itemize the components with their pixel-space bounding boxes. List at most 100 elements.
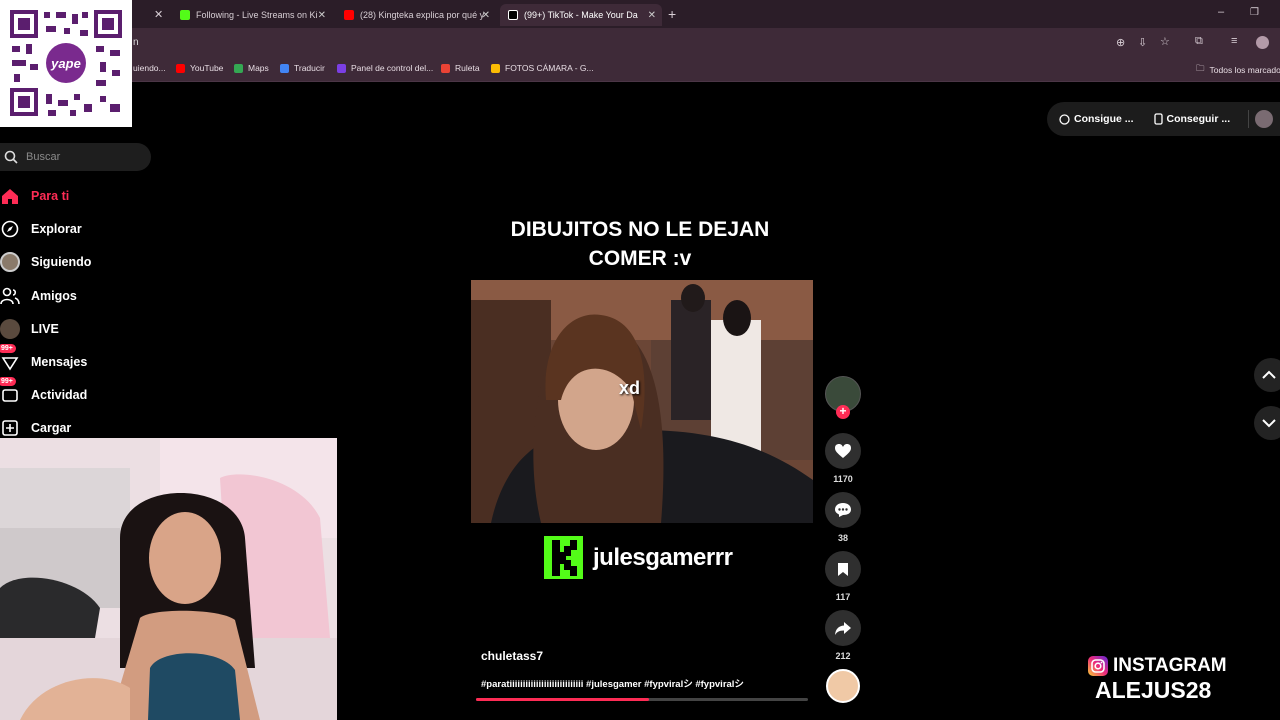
chevron-down-icon — [1262, 419, 1276, 428]
instagram-label: INSTAGRAM — [1113, 655, 1227, 676]
sidebar-item-mensajes[interactable]: 99+ Mensajes — [0, 344, 88, 373]
kick-logo-icon — [544, 536, 583, 579]
sidebar-item-label: Actividad — [31, 388, 88, 402]
upload-icon — [0, 418, 20, 438]
kick-icon — [180, 10, 190, 20]
install-icon[interactable]: ⇩ — [1138, 36, 1147, 49]
close-tab-icon[interactable]: ✕ — [154, 8, 163, 21]
bookmark-item[interactable]: uiendo... — [133, 63, 166, 73]
bookmark-youtube[interactable]: YouTube — [176, 63, 223, 73]
close-tab-icon[interactable]: ✕ — [482, 10, 490, 21]
address-text: n — [133, 37, 139, 48]
get-app-label: Conseguir ... — [1166, 113, 1231, 125]
video-frame — [471, 280, 813, 523]
comment-count: 38 — [837, 533, 848, 543]
close-tab-icon[interactable]: ✕ — [648, 10, 656, 21]
new-tab-icon[interactable]: + — [668, 6, 676, 22]
bookmark-fotos[interactable]: FOTOS CÁMARA - G... — [491, 63, 594, 73]
instagram-icon — [1087, 655, 1109, 677]
next-video-button[interactable] — [1254, 406, 1280, 440]
sidebar-item-amigos[interactable]: Amigos — [0, 285, 77, 307]
video-overlay-text: xd — [619, 378, 641, 398]
messages-badge: 99+ — [0, 344, 16, 353]
sidebar-item-live[interactable]: LIVE — [0, 318, 59, 340]
sidebar-item-label: Amigos — [31, 289, 77, 303]
drive-icon — [491, 63, 500, 73]
tab-label: (28) Kingteka explica por qué y — [360, 10, 485, 20]
get-app-button[interactable]: Conseguir ... — [1153, 113, 1231, 125]
bookmarks-bar: uiendo... YouTube Maps Traducir Panel de… — [0, 58, 1280, 82]
get-coins-button[interactable]: Consigue ... — [1059, 113, 1134, 125]
profile-avatar-icon[interactable] — [1256, 36, 1269, 49]
tab-label: Following - Live Streams on Ki — [196, 10, 318, 20]
bookmark-ruleta[interactable]: Ruleta — [441, 63, 480, 73]
bookmark-maps[interactable]: Maps — [234, 63, 269, 73]
phone-icon — [1153, 113, 1163, 125]
previous-video-button[interactable] — [1254, 358, 1280, 392]
all-bookmarks[interactable]: 🗀 Todos los marcado — [1196, 63, 1280, 77]
sidebar-item-explorar[interactable]: Explorar — [0, 218, 82, 240]
like-button[interactable] — [825, 433, 861, 469]
zoom-icon[interactable]: ⊕ — [1116, 36, 1125, 49]
search-icon — [4, 150, 18, 164]
minimize-icon[interactable]: – — [1218, 6, 1224, 18]
bookmark-panel[interactable]: Panel de control del... — [337, 63, 433, 73]
share-count: 212 — [835, 651, 851, 661]
music-disc-icon[interactable] — [826, 669, 860, 703]
profile-avatar-icon[interactable] — [1255, 110, 1274, 128]
tab-tiktok[interactable]: (99+) TikTok - Make Your Da ✕ — [500, 4, 662, 26]
translate-icon — [280, 63, 289, 73]
maps-icon — [234, 63, 243, 73]
video-progress-bar[interactable] — [476, 698, 808, 701]
sidebar-item-siguiendo[interactable]: Siguiendo — [0, 251, 91, 273]
menu-list-icon[interactable]: ≡ — [1231, 35, 1237, 47]
home-icon — [0, 186, 20, 206]
restore-icon[interactable]: ❐ — [1250, 7, 1259, 18]
browser-tab-bar: ✕ Following - Live Streams on Ki ✕ (28) … — [0, 0, 1280, 28]
sidebar-item-actividad[interactable]: 99+ Actividad — [0, 377, 88, 406]
sidebar-item-label: Cargar — [31, 421, 72, 435]
bookmark-icon — [838, 562, 848, 576]
top-right-buttons: Consigue ... Conseguir ... — [1047, 102, 1280, 136]
panel-icon — [337, 63, 346, 73]
video-progress-fill — [476, 698, 649, 701]
search-input[interactable]: Buscar — [0, 143, 151, 171]
video-author[interactable]: chuletass7 — [481, 649, 543, 663]
search-placeholder: Buscar — [26, 151, 61, 163]
tab-youtube[interactable]: (28) Kingteka explica por qué y ✕ — [336, 4, 496, 26]
share-icon — [835, 621, 851, 635]
address-bar[interactable]: n ⊕ ⇩ ☆ ⧉ ≡ — [0, 28, 1280, 58]
video-hashtags[interactable]: #paratiiiiiiiiiiiiiiiiiiiiiiiiiiii #jule… — [481, 676, 744, 690]
close-tab-icon[interactable]: ✕ — [318, 10, 326, 21]
streamer-webcam — [0, 438, 337, 720]
like-count: 1170 — [833, 474, 853, 484]
save-button[interactable] — [825, 551, 861, 587]
youtube-icon — [344, 10, 354, 20]
kick-watermark: julesgamerrr — [544, 536, 733, 579]
star-icon[interactable]: ☆ — [1160, 35, 1170, 48]
coin-icon — [1059, 113, 1070, 125]
tab-kick[interactable]: Following - Live Streams on Ki ✕ — [172, 4, 332, 26]
get-coins-label: Consigue ... — [1074, 113, 1134, 125]
extensions-icon[interactable]: ⧉ — [1195, 35, 1203, 48]
follow-plus-icon[interactable]: + — [836, 405, 850, 419]
chevron-up-icon — [1262, 370, 1276, 379]
tab-label: (99+) TikTok - Make Your Da — [524, 10, 638, 20]
comment-icon — [835, 503, 851, 517]
sidebar-item-cargar[interactable]: Cargar — [0, 417, 71, 439]
share-button[interactable] — [825, 610, 861, 646]
comment-button[interactable] — [825, 492, 861, 528]
sidebar-item-label: Mensajes — [31, 355, 88, 369]
sidebar-item-label: LIVE — [31, 322, 59, 336]
sidebar-item-para-ti[interactable]: Para ti — [0, 185, 69, 207]
sidebar-item-label: Explorar — [31, 222, 82, 236]
youtube-icon — [176, 63, 185, 73]
bookmark-translate[interactable]: Traducir — [280, 63, 325, 73]
heart-icon — [835, 444, 851, 458]
activity-badge: 99+ — [0, 377, 16, 386]
video-player[interactable]: xd — [471, 280, 813, 523]
folder-icon: 🗀 — [1196, 63, 1205, 73]
ruleta-icon — [441, 63, 450, 73]
divider — [1248, 110, 1250, 128]
following-avatar-icon — [0, 252, 20, 272]
